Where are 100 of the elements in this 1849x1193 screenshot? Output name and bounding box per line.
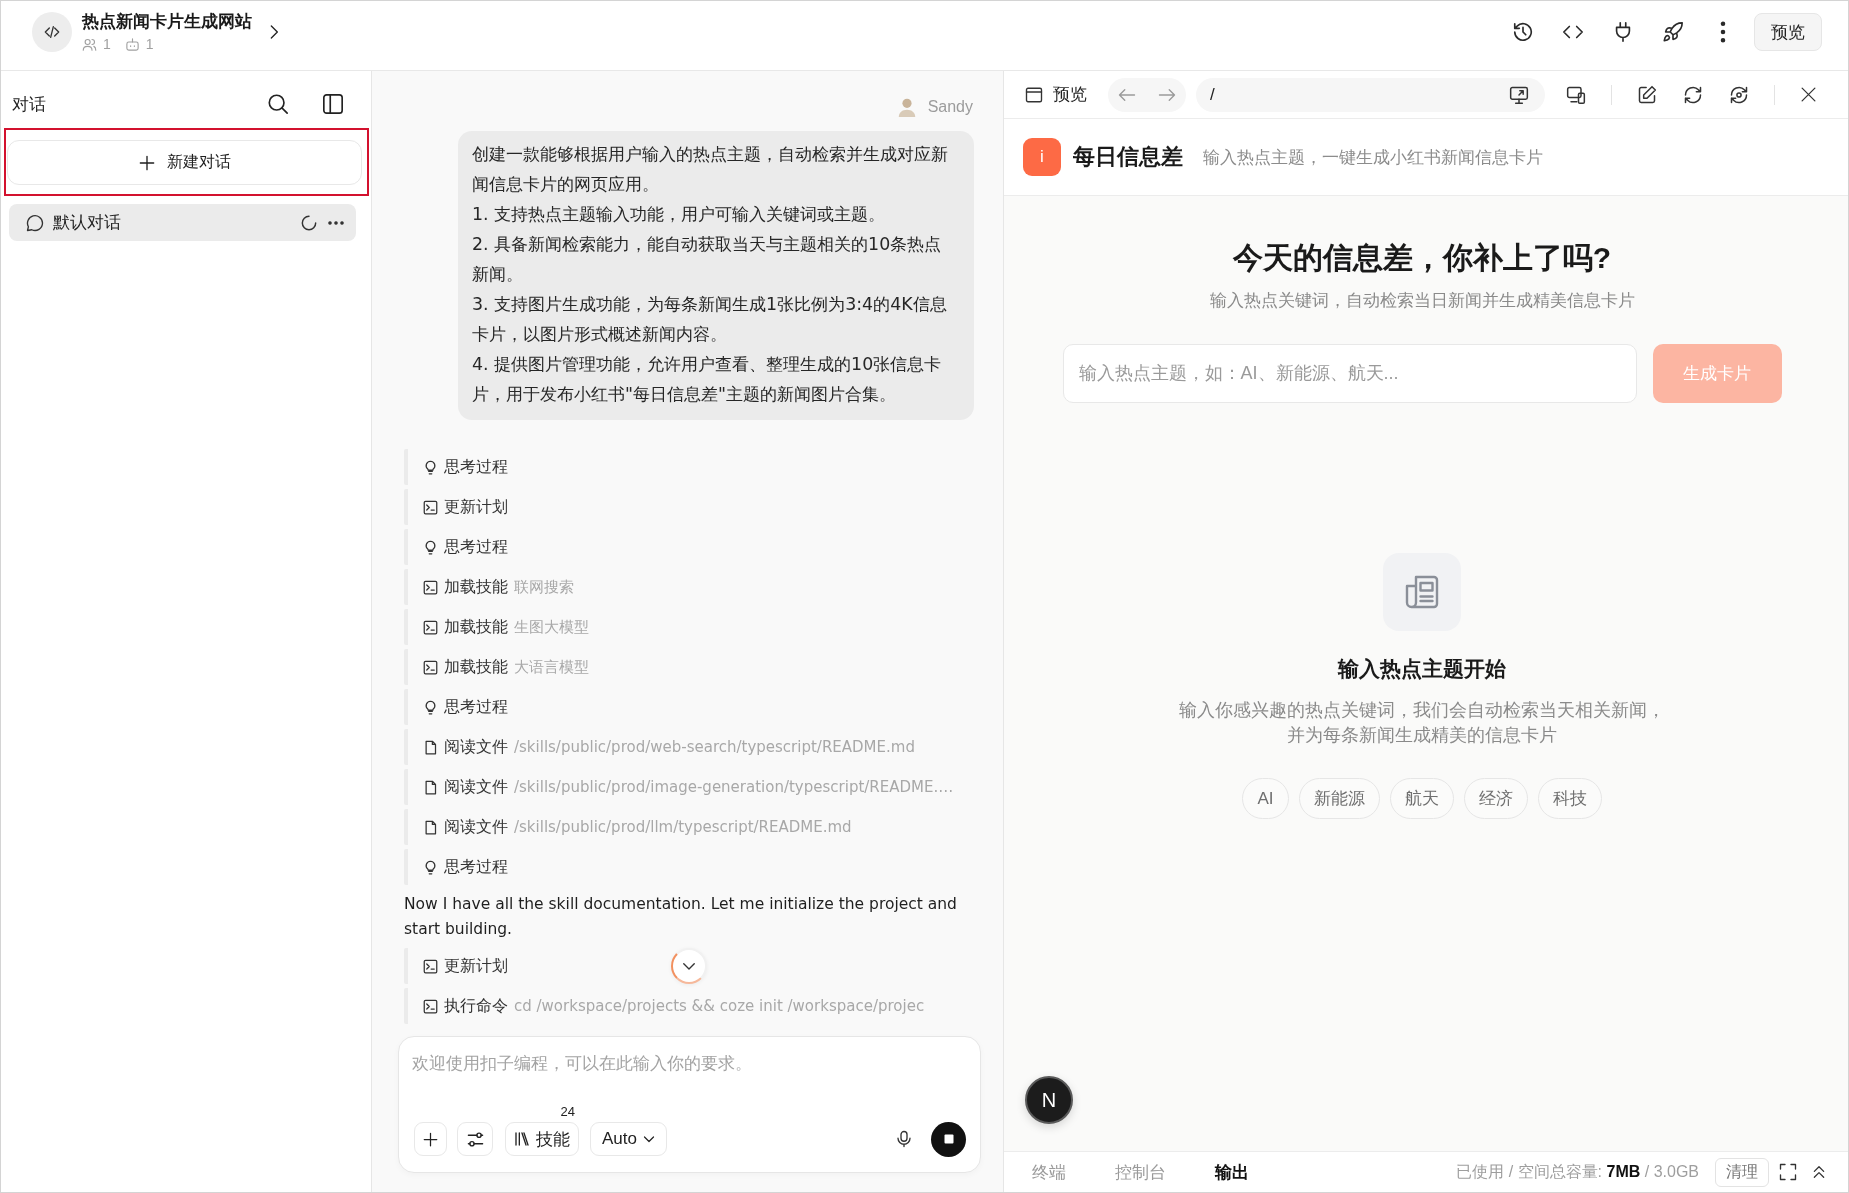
sidebar-toggle-icon[interactable] <box>322 93 344 115</box>
fullscreen-icon[interactable] <box>1779 1163 1797 1181</box>
refresh-icon[interactable] <box>1683 84 1703 105</box>
step-detail: 联网搜索 <box>514 577 574 597</box>
step-item[interactable]: 阅读文件 /skills/public/prod/image-generation/typescript/README.… <box>404 769 958 805</box>
project-title: 热点新闻卡片生成网站 <box>82 11 252 33</box>
step-label: 思考过程 <box>444 696 508 717</box>
step-item[interactable]: 思考过程 <box>404 449 512 485</box>
member-count: 1 <box>103 35 111 53</box>
step-label: 阅读文件 <box>444 736 508 757</box>
settings-button[interactable] <box>457 1122 493 1156</box>
terminal-icon <box>423 499 438 515</box>
message-input[interactable]: 欢迎使用扣子编程，可以在此输入你的要求。 <box>412 1051 966 1103</box>
message-paragraph: 创建一款能够根据用户输入的热点主题，自动检索并生成对应新闻信息卡片的网页应用。 <box>472 143 949 196</box>
rocket-icon[interactable] <box>1662 21 1684 43</box>
plus-icon <box>423 1131 438 1147</box>
step-label: 思考过程 <box>444 456 508 477</box>
topic-input[interactable]: 输入热点主题，如：AI、新能源、航天... <box>1062 344 1637 403</box>
preview-button[interactable]: 预览 <box>1754 13 1822 51</box>
message-paragraph: 3. 支持图片生成功能，为每条新闻生成1张比例为3:4的4K信息卡片，以图片形式概述新闻内容。 <box>472 293 948 346</box>
step-item[interactable]: 加载技能 大语言模型 <box>404 649 593 685</box>
topic-chip[interactable]: AI <box>1242 778 1289 819</box>
file-icon <box>423 819 438 835</box>
plus-icon <box>138 154 155 171</box>
new-chat-button[interactable]: 新建对话 <box>7 140 362 185</box>
storage-usage: 已使用 / 空间总容量: 7MB / 3.0GB <box>1456 1161 1699 1182</box>
terminal-icon <box>423 579 438 595</box>
terminal-icon <box>423 619 438 635</box>
clear-button[interactable]: 清理 <box>1715 1157 1769 1187</box>
hero-title: 今天的信息差，你补上了吗? <box>1232 240 1612 276</box>
search-icon[interactable] <box>267 93 289 115</box>
topic-chip[interactable]: 科技 <box>1537 778 1602 819</box>
app-logo: i <box>1023 138 1061 176</box>
topic-chip[interactable]: 经济 <box>1463 778 1528 819</box>
step-detail: /skills/public/prod/web-search/typescript/README.md <box>514 738 915 756</box>
step-item[interactable]: 阅读文件 /skills/public/prod/web-search/typescript/README.md <box>404 729 919 765</box>
step-label: 加载技能 <box>444 656 508 677</box>
add-button[interactable] <box>414 1122 447 1156</box>
bulb-icon <box>423 859 438 875</box>
skills-button[interactable]: 技能 <box>505 1122 579 1156</box>
chat-bubble-icon <box>26 213 44 232</box>
stop-button[interactable] <box>931 1121 966 1157</box>
step-item[interactable]: 思考过程 <box>404 689 512 725</box>
step-item[interactable]: 思考过程 <box>404 849 512 885</box>
topic-chip[interactable]: 航天 <box>1389 778 1454 819</box>
empty-state-title: 输入热点主题开始 <box>1338 656 1506 682</box>
file-icon <box>423 739 438 755</box>
dev-badge[interactable]: N <box>1025 1076 1073 1124</box>
app-tagline: 输入热点主题，一键生成小红书新闻信息卡片 <box>1203 146 1543 169</box>
microphone-icon[interactable] <box>895 1130 913 1148</box>
step-label: 加载技能 <box>444 576 508 597</box>
step-item[interactable]: 阅读文件 /skills/public/prod/llm/typescript/README.md <box>404 809 856 845</box>
step-label: 更新计划 <box>444 496 508 517</box>
terminal-icon <box>423 958 438 974</box>
reply-text: Now I have all the skill documentation. Let me initialize the project and start building. <box>404 894 958 940</box>
terminal-icon <box>423 659 438 675</box>
step-label: 阅读文件 <box>444 816 508 837</box>
chevron-down-icon <box>643 1133 655 1145</box>
step-detail: cd /workspace/projects && coze init /workspace/projec <box>514 997 925 1015</box>
model-select[interactable]: Auto <box>590 1122 667 1156</box>
books-icon <box>514 1131 530 1147</box>
terminal-icon <box>423 998 438 1014</box>
step-item[interactable]: 加载技能 生图大模型 <box>404 609 593 645</box>
step-item[interactable]: 更新计划 <box>404 948 512 984</box>
topic-chip[interactable]: 新能源 <box>1298 778 1380 819</box>
step-item[interactable]: 执行命令 cd /workspace/projects && coze init /workspace/projec <box>404 988 929 1024</box>
bulb-icon <box>423 699 438 715</box>
collapse-icon[interactable] <box>1812 1165 1826 1179</box>
reset-icon[interactable] <box>1729 84 1749 105</box>
panel-title: 预览 <box>1053 84 1087 106</box>
step-detail: 大语言模型 <box>514 657 589 677</box>
conversation-item[interactable]: 默认对话 <box>9 204 356 241</box>
step-detail: /skills/public/prod/llm/typescript/README.md <box>514 818 852 836</box>
bot-count: 1 <box>145 35 154 53</box>
app-name: 每日信息差 <box>1073 143 1183 171</box>
users-icon <box>82 36 97 52</box>
step-label: 阅读文件 <box>444 776 508 797</box>
message-paragraph: 1. 支持热点主题输入功能，用户可输入关键词或主题。 <box>472 203 887 226</box>
step-label: 加载技能 <box>444 616 508 637</box>
edit-icon[interactable] <box>1637 84 1657 105</box>
code-icon <box>32 12 72 52</box>
sender-name: Sandy <box>927 98 973 116</box>
empty-state-description: 输入你感兴趣的热点关键词，我们会自动检索当天相关新闻，并为每条新闻生成精美的信息卡片 <box>1178 699 1666 747</box>
step-item[interactable]: 思考过程 <box>404 529 512 565</box>
devices-icon[interactable] <box>1566 84 1586 105</box>
monitor-icon[interactable] <box>1509 84 1529 105</box>
step-item[interactable]: 加载技能 联网搜索 <box>404 569 578 605</box>
message-paragraph: 4. 提供图片管理功能，允许用户查看、整理生成的10张信息卡片，用于发布小红书"每日信息差"主题的新闻图片合集。 <box>472 353 943 406</box>
conversation-title: 默认对话 <box>53 212 122 234</box>
browser-window-icon <box>1025 85 1043 104</box>
history-icon[interactable] <box>1512 21 1534 43</box>
message-composer[interactable]: 欢迎使用扣子编程，可以在此输入你的要求。 技能 24 Auto <box>398 1036 981 1173</box>
scroll-down-button[interactable] <box>671 948 707 984</box>
url-field[interactable]: / <box>1196 77 1545 112</box>
panel-tab[interactable]: 输出 <box>1215 1160 1249 1184</box>
step-item[interactable]: 更新计划 <box>404 489 512 525</box>
close-icon[interactable] <box>1800 86 1817 103</box>
sliders-icon <box>466 1130 484 1148</box>
step-detail: /skills/public/prod/image-generation/typescript/README.… <box>514 778 954 796</box>
skill-count: 24 <box>560 1105 575 1119</box>
